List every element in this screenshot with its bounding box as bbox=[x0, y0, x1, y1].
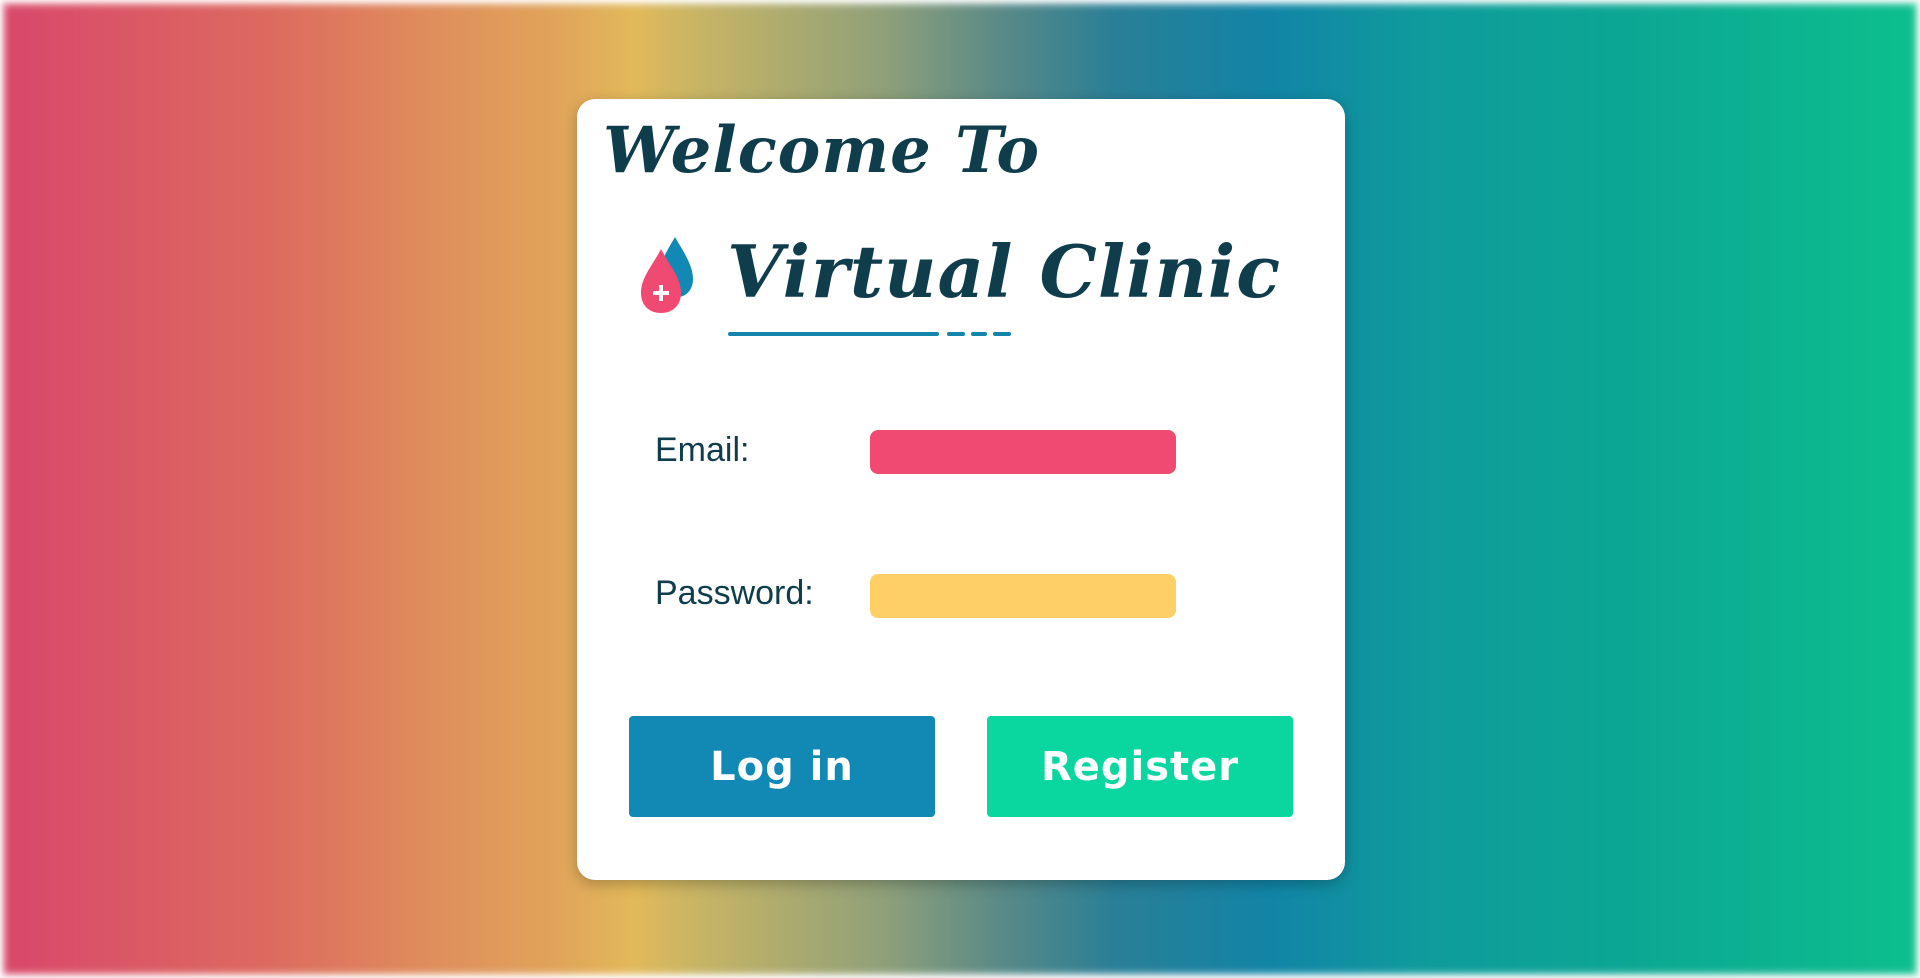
login-card: Welcome To Virtual Clinic Email: Passwor… bbox=[577, 99, 1345, 880]
welcome-heading: Welcome To bbox=[603, 113, 1041, 188]
page-background: Welcome To Virtual Clinic Email: Passwor… bbox=[0, 0, 1920, 978]
email-field[interactable] bbox=[870, 430, 1176, 474]
password-label: Password: bbox=[655, 574, 814, 612]
brand-row: Virtual Clinic bbox=[637, 229, 1280, 349]
brand-title: Virtual Clinic bbox=[727, 229, 1282, 314]
email-label: Email: bbox=[655, 431, 750, 469]
blood-drop-plus-icon bbox=[641, 237, 693, 313]
register-button[interactable]: Register bbox=[987, 716, 1293, 817]
login-button[interactable]: Log in bbox=[629, 716, 935, 817]
password-field[interactable] bbox=[870, 574, 1176, 618]
